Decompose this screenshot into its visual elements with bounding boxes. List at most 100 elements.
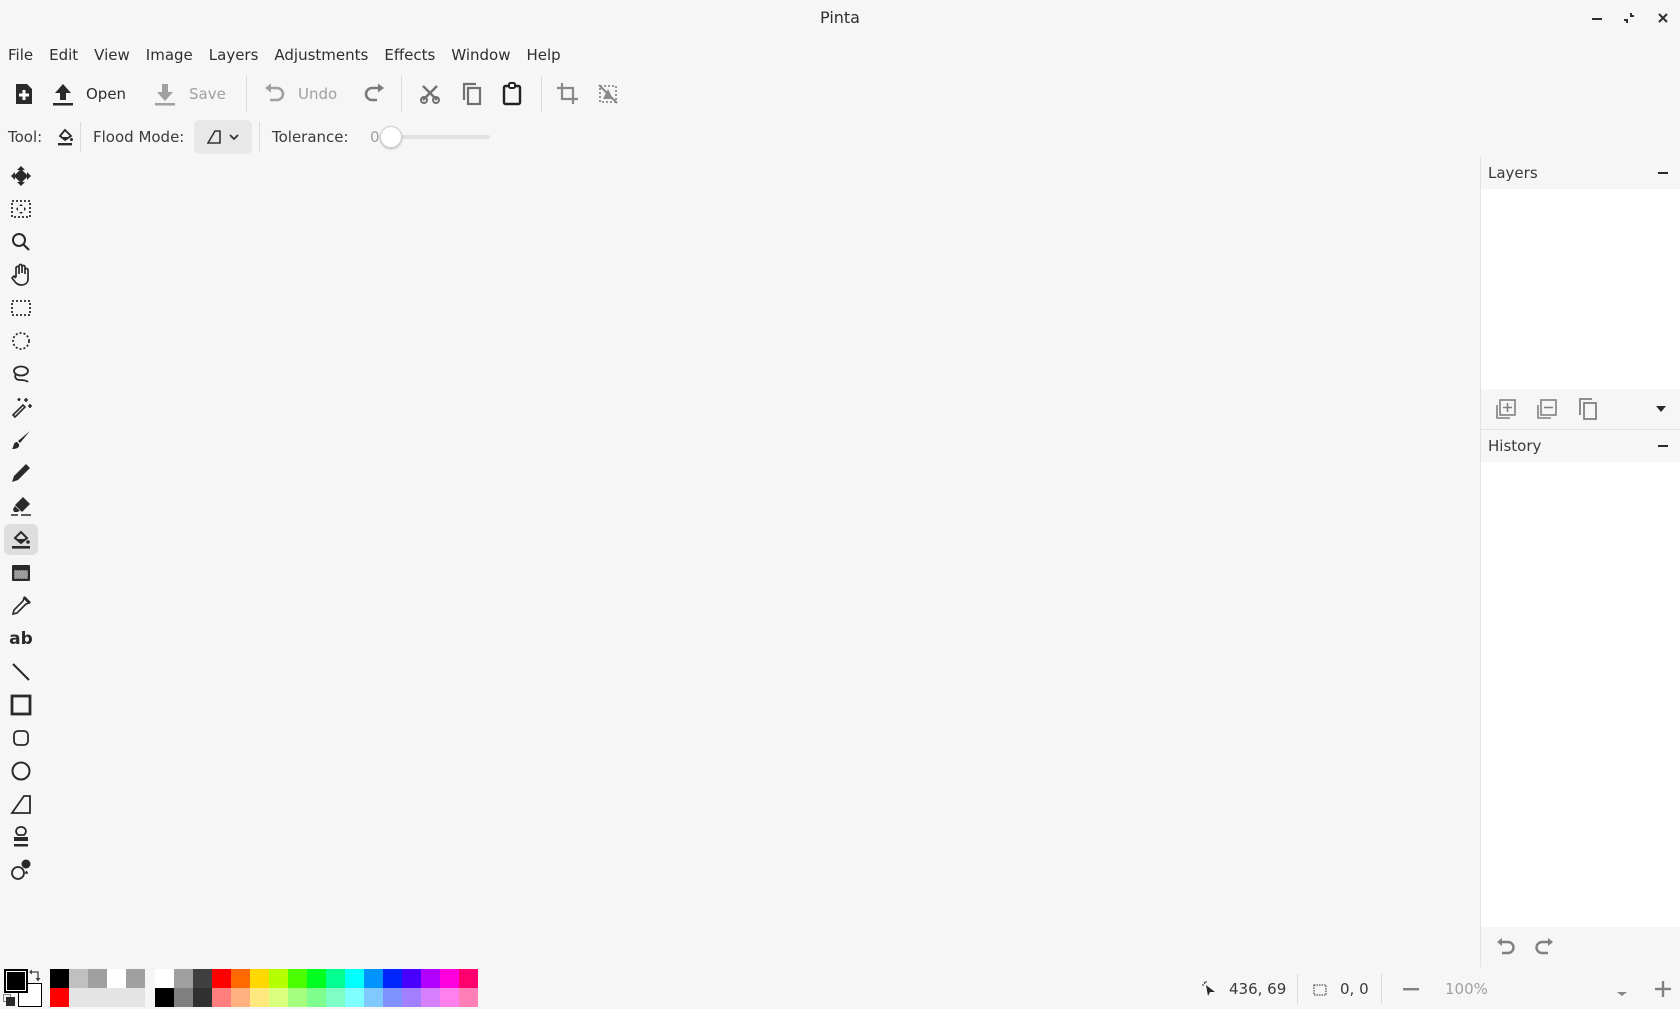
tool-rectangle-select[interactable] xyxy=(4,292,38,323)
palette-color-swatch[interactable] xyxy=(383,988,402,1007)
palette-color-swatch[interactable] xyxy=(212,988,231,1007)
palette-color-swatch[interactable] xyxy=(212,969,231,988)
zoom-out-button[interactable] xyxy=(1402,980,1420,998)
palette-color-swatch[interactable] xyxy=(174,988,193,1007)
tool-pan[interactable] xyxy=(4,259,38,290)
recent-color-swatch[interactable] xyxy=(126,988,145,1007)
zoom-dropdown-button[interactable] xyxy=(1616,984,1630,996)
menu-image[interactable]: Image xyxy=(138,42,201,68)
history-list[interactable] xyxy=(1481,462,1680,927)
zoom-in-button[interactable] xyxy=(1654,980,1672,998)
palette-color-swatch[interactable] xyxy=(326,988,345,1007)
layers-list[interactable] xyxy=(1481,189,1680,389)
history-redo-button[interactable] xyxy=(1532,935,1556,959)
history-collapse-button[interactable] xyxy=(1655,430,1671,462)
palette-color-swatch[interactable] xyxy=(193,969,212,988)
palette-color-swatch[interactable] xyxy=(326,969,345,988)
tool-eraser[interactable] xyxy=(4,491,38,522)
tool-rounded-rectangle[interactable] xyxy=(4,723,38,754)
open-button[interactable]: Open xyxy=(52,76,126,112)
flood-mode-dropdown[interactable] xyxy=(194,120,252,154)
tool-move-selected[interactable] xyxy=(4,160,38,191)
recent-color-swatch[interactable] xyxy=(88,988,107,1007)
redo-button[interactable] xyxy=(362,76,386,112)
tool-move-selection[interactable] xyxy=(4,193,38,224)
tool-recolor[interactable] xyxy=(4,855,38,886)
duplicate-layer-button[interactable] xyxy=(1576,397,1600,421)
palette-color-swatch[interactable] xyxy=(231,969,250,988)
palette-color-swatch[interactable] xyxy=(345,988,364,1007)
menu-edit[interactable]: Edit xyxy=(41,42,86,68)
primary-color-swatch[interactable] xyxy=(4,969,28,993)
tool-ellipse[interactable] xyxy=(4,756,38,787)
layers-collapse-button[interactable] xyxy=(1655,157,1671,189)
tool-color-picker[interactable] xyxy=(4,590,38,621)
recent-color-swatch[interactable] xyxy=(50,988,69,1007)
recent-color-swatch[interactable] xyxy=(107,969,126,988)
palette-color-swatch[interactable] xyxy=(421,988,440,1007)
menu-view[interactable]: View xyxy=(86,42,138,68)
tool-line-curve[interactable] xyxy=(4,656,38,687)
palette-color-swatch[interactable] xyxy=(269,969,288,988)
palette-color-swatch[interactable] xyxy=(364,969,383,988)
add-layer-button[interactable] xyxy=(1494,397,1518,421)
reset-colors-icon[interactable] xyxy=(3,994,15,1006)
restore-button[interactable] xyxy=(1618,8,1640,28)
palette-color-swatch[interactable] xyxy=(288,969,307,988)
palette-color-swatch[interactable] xyxy=(250,988,269,1007)
tool-paint-bucket[interactable] xyxy=(4,524,38,556)
tool-zoom[interactable] xyxy=(4,226,38,257)
history-undo-button[interactable] xyxy=(1494,935,1518,959)
tool-gradient[interactable] xyxy=(4,557,38,588)
close-button[interactable] xyxy=(1652,8,1674,28)
palette-color-swatch[interactable] xyxy=(364,988,383,1007)
palette-color-swatch[interactable] xyxy=(250,969,269,988)
palette-color-swatch[interactable] xyxy=(459,969,478,988)
deselect-button[interactable] xyxy=(596,76,620,112)
tool-rectangle[interactable] xyxy=(4,690,38,721)
palette-color-swatch[interactable] xyxy=(345,969,364,988)
palette-color-swatch[interactable] xyxy=(193,988,212,1007)
palette-color-swatch[interactable] xyxy=(421,969,440,988)
layers-menu-button[interactable] xyxy=(1649,397,1673,421)
palette-color-swatch[interactable] xyxy=(383,969,402,988)
palette-color-swatch[interactable] xyxy=(440,988,459,1007)
recent-color-swatch[interactable] xyxy=(107,988,126,1007)
palette-color-swatch[interactable] xyxy=(155,988,174,1007)
palette-color-swatch[interactable] xyxy=(402,988,421,1007)
copy-button[interactable] xyxy=(460,76,484,112)
palette-color-swatch[interactable] xyxy=(307,988,326,1007)
menu-help[interactable]: Help xyxy=(518,42,568,68)
recent-color-swatch[interactable] xyxy=(69,988,88,1007)
recent-color-swatch[interactable] xyxy=(69,969,88,988)
undo-button[interactable]: Undo xyxy=(264,76,337,112)
cut-button[interactable] xyxy=(418,76,442,112)
tool-pencil[interactable] xyxy=(4,458,38,489)
tolerance-slider-handle[interactable] xyxy=(380,126,402,148)
palette-color-swatch[interactable] xyxy=(155,969,174,988)
recent-color-swatch[interactable] xyxy=(126,969,145,988)
palette-color-swatch[interactable] xyxy=(269,988,288,1007)
tool-lasso-select[interactable] xyxy=(4,359,38,390)
recent-color-swatch[interactable] xyxy=(50,969,69,988)
paste-button[interactable] xyxy=(500,76,524,112)
minimize-button[interactable] xyxy=(1586,8,1608,28)
tool-magic-wand[interactable] xyxy=(4,392,38,423)
swap-colors-icon[interactable] xyxy=(29,969,43,982)
recent-color-swatch[interactable] xyxy=(88,969,107,988)
zoom-level-input[interactable]: 100% xyxy=(1445,972,1488,1006)
save-button[interactable]: Save xyxy=(154,76,226,112)
tool-ellipse-select[interactable] xyxy=(4,325,38,356)
palette-color-swatch[interactable] xyxy=(307,969,326,988)
palette-color-swatch[interactable] xyxy=(231,988,250,1007)
menu-file[interactable]: File xyxy=(0,42,41,68)
new-image-button[interactable] xyxy=(12,76,36,112)
tool-freeform-shape[interactable] xyxy=(4,789,38,820)
menu-layers[interactable]: Layers xyxy=(201,42,267,68)
palette-color-swatch[interactable] xyxy=(440,969,459,988)
crop-to-selection-button[interactable] xyxy=(555,76,579,112)
tool-text[interactable]: ab xyxy=(4,623,38,654)
palette-color-swatch[interactable] xyxy=(288,988,307,1007)
menu-adjustments[interactable]: Adjustments xyxy=(266,42,376,68)
palette-color-swatch[interactable] xyxy=(402,969,421,988)
